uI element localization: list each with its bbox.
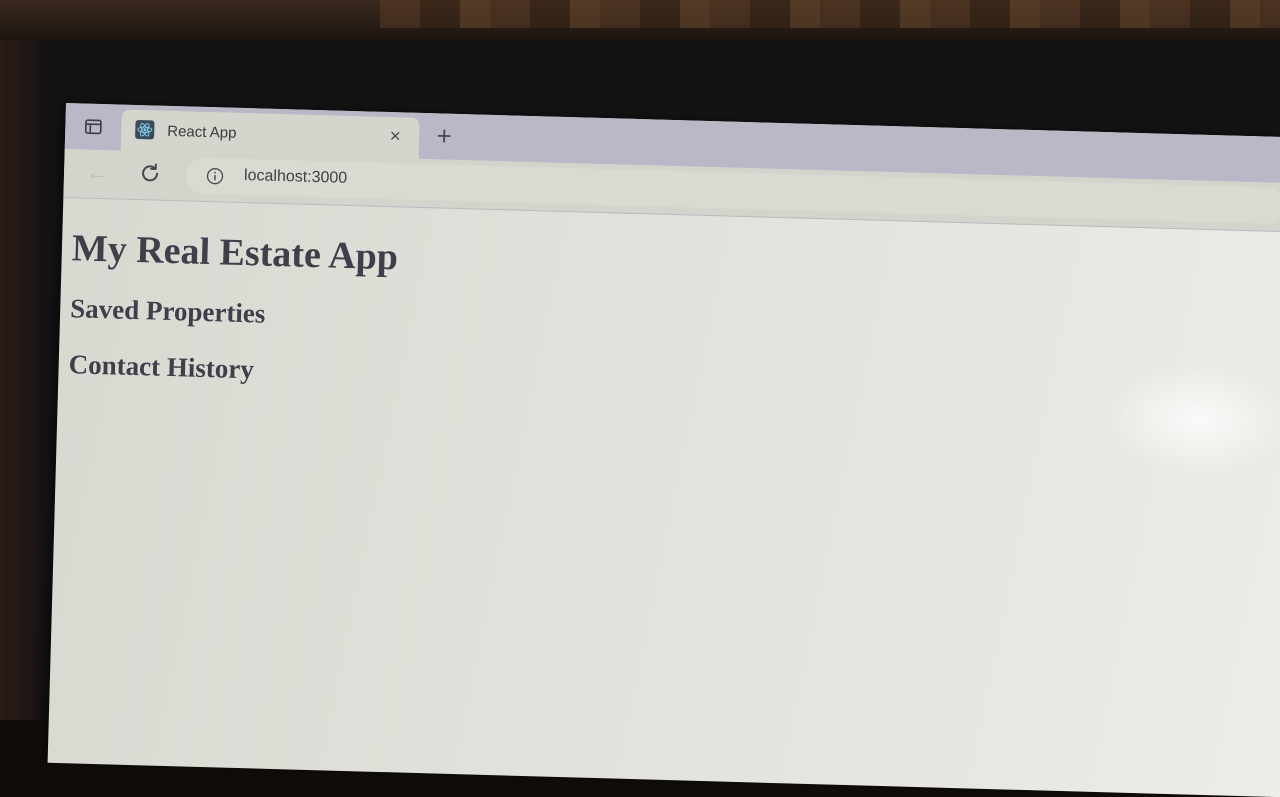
new-tab-button[interactable]: + <box>431 122 458 149</box>
react-logo-icon <box>135 120 155 140</box>
page-title: My Real Estate App <box>71 226 1280 305</box>
info-icon[interactable] <box>206 167 224 185</box>
tab-title: React App <box>167 123 237 142</box>
saved-properties-heading: Saved Properties <box>70 292 1280 359</box>
close-icon[interactable]: × <box>385 127 406 148</box>
contact-history-heading: Contact History <box>68 348 1280 415</box>
url-text[interactable]: localhost:3000 <box>244 167 348 188</box>
sidebar-toggle-icon[interactable] <box>75 112 112 141</box>
page-content: My Real Estate App Saved Properties Cont… <box>48 198 1280 793</box>
browser-window: React App × + ← localhost:3000 My Real <box>48 103 1280 797</box>
back-arrow-icon[interactable]: ← <box>84 160 111 187</box>
reload-icon[interactable] <box>138 161 165 188</box>
